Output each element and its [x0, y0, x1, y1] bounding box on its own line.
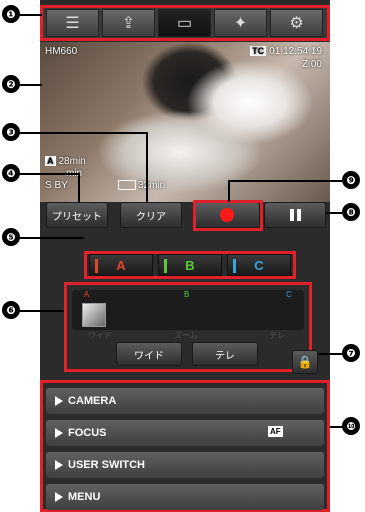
monitor-icon: ▭	[176, 15, 193, 32]
battery-icon	[118, 180, 136, 190]
scale-wide-label: ワイド	[88, 331, 112, 340]
zoom-slider-track[interactable]: A B C	[72, 290, 304, 330]
clear-button[interactable]: クリア	[120, 202, 182, 228]
callout-1-lead	[18, 14, 42, 16]
battery-time: 32min	[138, 180, 166, 191]
preset-buttons: A B C	[84, 251, 296, 279]
callout-5-lead	[18, 237, 84, 239]
callout-9-drop	[228, 180, 230, 202]
preset-c-marker	[233, 259, 236, 273]
callout-6: ❻	[2, 301, 20, 319]
callout-3-lead	[18, 132, 148, 134]
callout-2: ❷	[2, 75, 20, 93]
callout-8-lead	[326, 212, 342, 214]
preset-b-button[interactable]: B	[158, 254, 222, 276]
callout-3-drop	[146, 132, 148, 202]
preset-b-label: B	[185, 257, 195, 273]
preset-c-button[interactable]: C	[227, 254, 291, 276]
menu-item-menu[interactable]: MENU	[46, 484, 324, 510]
callout-10-lead	[330, 426, 342, 428]
preset-a-button[interactable]: A	[89, 254, 153, 276]
tab-camera-settings[interactable]: ✦	[214, 9, 267, 37]
callout-7: ❼	[342, 344, 360, 362]
camera-settings-icon: ✦	[233, 15, 248, 32]
zoom-tele-button[interactable]: テレ	[192, 342, 258, 366]
control-row: プリセット クリア	[40, 202, 330, 232]
autofocus-badge: AF	[268, 426, 283, 437]
pause-button[interactable]	[264, 202, 326, 228]
scale-tele-label: テレ	[269, 331, 285, 340]
menu-item-label: USER SWITCH	[68, 459, 145, 471]
zoom-mark-a: A	[84, 290, 90, 299]
zoom-panel: A B C ワイド ズーム テレ ワイド テレ	[64, 282, 312, 372]
live-view: HM660 TC01:12:54.19 Z:00 A28min min S BY…	[40, 42, 330, 202]
callout-1: ❶	[2, 5, 20, 23]
preset-c-label: C	[254, 257, 264, 273]
callout-9-lead	[228, 180, 342, 182]
zoom-mark-b: B	[184, 290, 190, 299]
callout-4-lead	[18, 173, 80, 175]
scale-zoom-label: ズーム	[174, 331, 198, 340]
timecode-badge: TC	[250, 46, 267, 56]
tab-bar: ☰ ⇪ ▭ ✦ ⚙	[40, 5, 330, 41]
menu-item-focus[interactable]: FOCUS AF	[46, 420, 324, 446]
menu-item-camera[interactable]: CAMERA	[46, 388, 324, 414]
callout-4: ❹	[2, 164, 20, 182]
callout-9: ❾	[342, 171, 360, 189]
callout-4-drop	[78, 173, 80, 202]
preset-b-marker	[164, 259, 167, 273]
menu-item-label: CAMERA	[68, 395, 117, 407]
slot-a-remaining: A 28min	[45, 156, 86, 167]
tab-settings[interactable]: ⚙	[270, 9, 323, 37]
callout-8: ❽	[342, 203, 360, 221]
lock-icon: 🔒	[297, 355, 313, 369]
menu-item-label: FOCUS	[68, 427, 107, 439]
expand-arrow-icon	[55, 428, 63, 438]
lock-button[interactable]: 🔒	[292, 350, 318, 374]
callout-7-lead	[318, 353, 342, 355]
slot-a-badge: A	[45, 156, 56, 166]
callout-2-lead	[18, 84, 42, 86]
zoom-mark-c: C	[286, 290, 292, 299]
preset-a-marker	[95, 259, 98, 273]
menu-item-user-switch[interactable]: USER SWITCH	[46, 452, 324, 478]
model-name: HM660	[45, 46, 78, 57]
tab-clip-upload[interactable]: ⇪	[102, 9, 155, 37]
timecode-readout: TC 01:12:54.19	[250, 46, 322, 57]
timecode: 01:12:54.19	[269, 46, 322, 57]
gear-icon: ⚙	[289, 15, 304, 32]
zoom-readout: Z:00	[301, 59, 322, 70]
record-status: S BY	[45, 180, 68, 191]
expand-arrow-icon	[55, 396, 63, 406]
preset-button[interactable]: プリセット	[46, 202, 108, 228]
expand-arrow-icon	[55, 492, 63, 502]
preset-a-label: A	[116, 257, 126, 273]
callout-10: ❿	[342, 417, 360, 435]
pause-icon	[289, 209, 301, 221]
clip-upload-icon: ⇪	[121, 15, 136, 32]
menu-item-label: MENU	[68, 491, 101, 503]
record-button-highlight	[193, 200, 263, 231]
clip-list-edit-icon: ☰	[65, 15, 80, 32]
zoom-slider-knob[interactable]	[82, 303, 106, 327]
callout-3: ❸	[2, 123, 20, 141]
zoom-wide-button[interactable]: ワイド	[116, 342, 182, 366]
slot-a-time: 28min	[58, 156, 86, 167]
tab-clip-list-edit[interactable]: ☰	[46, 9, 99, 37]
tab-monitor[interactable]: ▭	[158, 9, 211, 37]
callout-5: ❺	[2, 228, 20, 246]
menu-list: CAMERA FOCUS AF USER SWITCH MENU	[40, 380, 330, 512]
expand-arrow-icon	[55, 460, 63, 470]
callout-6-lead	[18, 310, 64, 312]
